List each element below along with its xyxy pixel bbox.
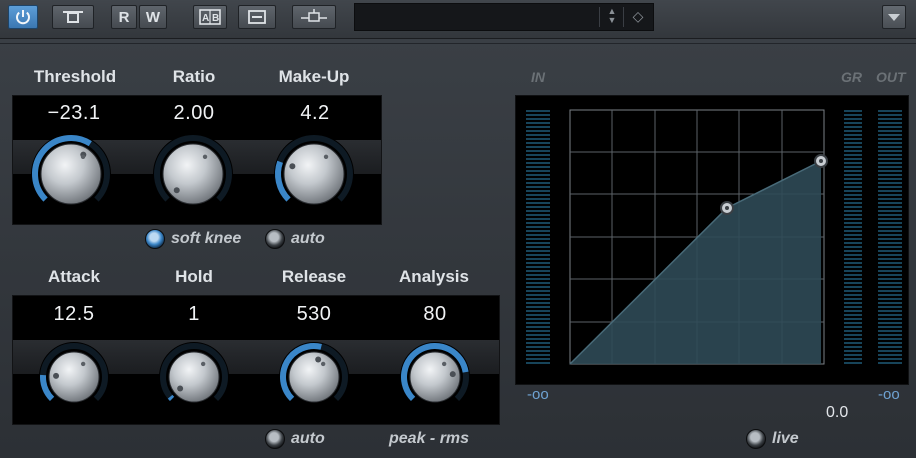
attack-value[interactable]: 12.5 bbox=[19, 303, 129, 326]
ab-compare-button[interactable]: A B bbox=[193, 5, 227, 29]
soft-knee-led bbox=[145, 229, 165, 249]
makeup-knob[interactable] bbox=[272, 132, 356, 216]
gain-reduction-label: GR bbox=[841, 69, 862, 85]
plugin-menu-button[interactable] bbox=[882, 5, 906, 29]
divider bbox=[599, 7, 600, 27]
soft-knee-toggle[interactable]: soft knee bbox=[145, 229, 241, 249]
preset-stepper-icon[interactable]: ▲ ▼ bbox=[603, 7, 621, 27]
gain-reduction-value: 0.0 bbox=[826, 404, 849, 421]
soft-knee-label: soft knee bbox=[171, 230, 242, 247]
threshold-label: Threshold bbox=[33, 67, 117, 86]
auto-release-led bbox=[265, 429, 285, 449]
makeup-label: Make-Up bbox=[278, 67, 350, 86]
hold-label: Hold bbox=[175, 267, 213, 286]
power-button[interactable] bbox=[8, 5, 38, 29]
ratio-label: Ratio bbox=[172, 67, 216, 86]
release-knob[interactable] bbox=[277, 340, 351, 414]
live-toggle[interactable]: live bbox=[746, 429, 799, 449]
release-label: Release bbox=[281, 267, 347, 286]
preset-store-icon[interactable]: ◇ bbox=[629, 8, 647, 26]
attack-knob[interactable] bbox=[37, 340, 111, 414]
ratio-knob[interactable] bbox=[151, 132, 235, 216]
auto-makeup-label: auto bbox=[291, 230, 325, 247]
sidechain-button[interactable] bbox=[292, 5, 336, 29]
input-scale-label: -oo bbox=[527, 386, 549, 403]
read-automation-button[interactable]: R bbox=[111, 5, 137, 29]
svg-text:A: A bbox=[202, 13, 209, 24]
bypass-icon bbox=[63, 11, 83, 23]
auto-release-toggle[interactable]: auto bbox=[265, 429, 325, 449]
output-scale-label: -oo bbox=[878, 386, 900, 403]
hold-knob[interactable] bbox=[157, 340, 231, 414]
list-icon bbox=[248, 10, 266, 24]
release-value[interactable]: 530 bbox=[259, 303, 369, 326]
input-meter-label: IN bbox=[531, 69, 545, 85]
attack-label: Attack bbox=[48, 267, 100, 286]
auto-makeup-toggle[interactable]: auto bbox=[265, 229, 325, 249]
hold-value[interactable]: 1 bbox=[139, 303, 249, 326]
toolbar: R W A B ▲ ▼ ◇ bbox=[0, 0, 916, 39]
bypass-button[interactable] bbox=[52, 5, 94, 29]
power-icon bbox=[16, 10, 30, 25]
auto-makeup-led bbox=[265, 229, 285, 249]
analysis-knob[interactable] bbox=[398, 340, 472, 414]
preset-selector[interactable]: ▲ ▼ ◇ bbox=[354, 3, 654, 31]
threshold-value[interactable]: −23.1 bbox=[19, 102, 129, 125]
analysis-mode-label: peak - rms bbox=[389, 430, 470, 447]
auto-release-label: auto bbox=[291, 430, 325, 447]
compressor-display bbox=[515, 95, 909, 385]
ratio-value[interactable]: 2.00 bbox=[139, 102, 249, 125]
list-button[interactable] bbox=[238, 5, 276, 29]
write-automation-button[interactable]: W bbox=[139, 5, 167, 29]
svg-text:B: B bbox=[212, 13, 219, 24]
analysis-value[interactable]: 80 bbox=[380, 303, 490, 326]
sidechain-icon bbox=[301, 9, 327, 22]
live-label: live bbox=[772, 430, 799, 447]
ab-compare-icon: A B bbox=[199, 9, 221, 25]
threshold-knob[interactable] bbox=[29, 132, 113, 216]
makeup-value[interactable]: 4.2 bbox=[260, 102, 370, 125]
output-meter-label: OUT bbox=[876, 69, 906, 85]
transfer-curve-graph[interactable] bbox=[516, 96, 908, 384]
analysis-label: Analysis bbox=[399, 267, 469, 286]
live-led bbox=[746, 429, 766, 449]
divider bbox=[623, 7, 624, 27]
